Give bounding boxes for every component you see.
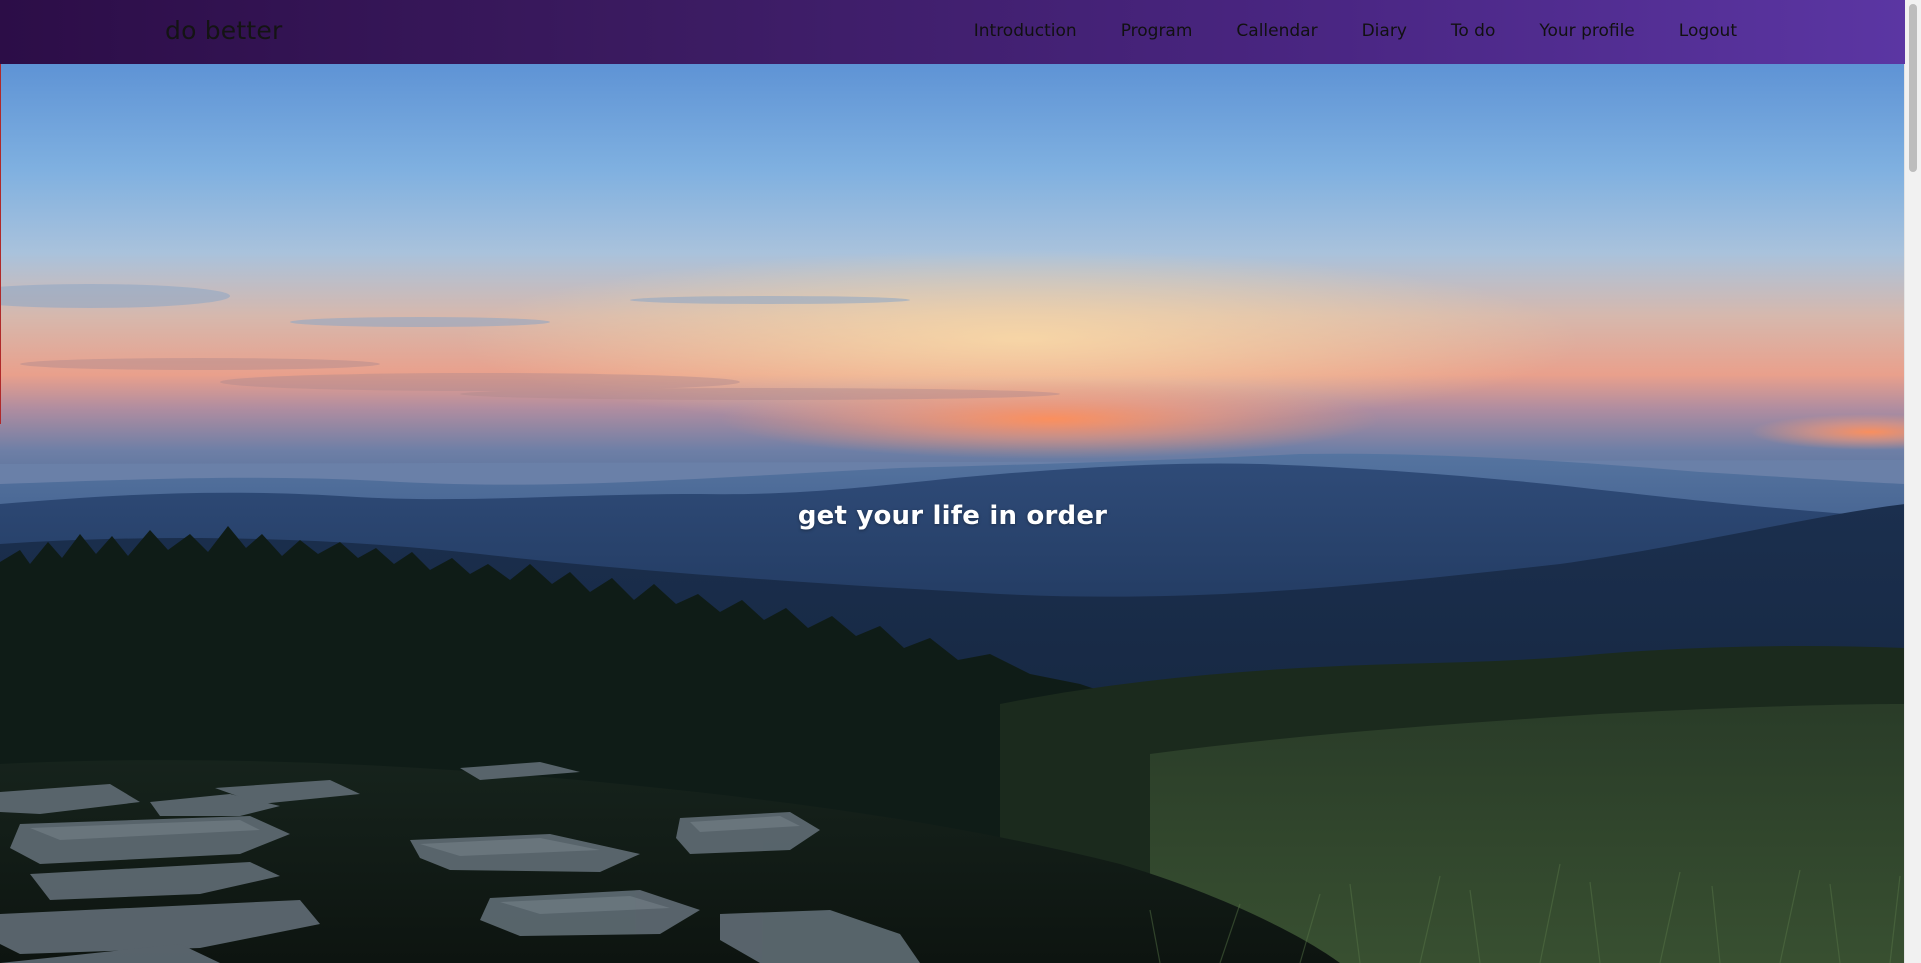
nav-calendar[interactable]: Callendar — [1236, 21, 1317, 41]
nav-logout[interactable]: Logout — [1679, 21, 1737, 41]
nav-todo[interactable]: To do — [1451, 21, 1496, 41]
nav-program[interactable]: Program — [1121, 21, 1193, 41]
left-edge-line — [0, 64, 1, 424]
brand-logo[interactable]: do better — [165, 16, 282, 45]
nav-your-profile[interactable]: Your profile — [1539, 21, 1634, 41]
nav-diary[interactable]: Diary — [1362, 21, 1407, 41]
page: do better Introduction Program Callendar… — [0, 0, 1921, 963]
hero-section: get your life in order — [0, 64, 1905, 963]
hero-tagline: get your life in order — [797, 501, 1108, 531]
nav-introduction[interactable]: Introduction — [974, 21, 1077, 41]
vertical-scrollbar[interactable] — [1904, 0, 1921, 963]
top-navbar: do better Introduction Program Callendar… — [0, 0, 1905, 64]
main-nav: Introduction Program Callendar Diary To … — [974, 21, 1737, 41]
scrollbar-thumb[interactable] — [1909, 4, 1917, 172]
